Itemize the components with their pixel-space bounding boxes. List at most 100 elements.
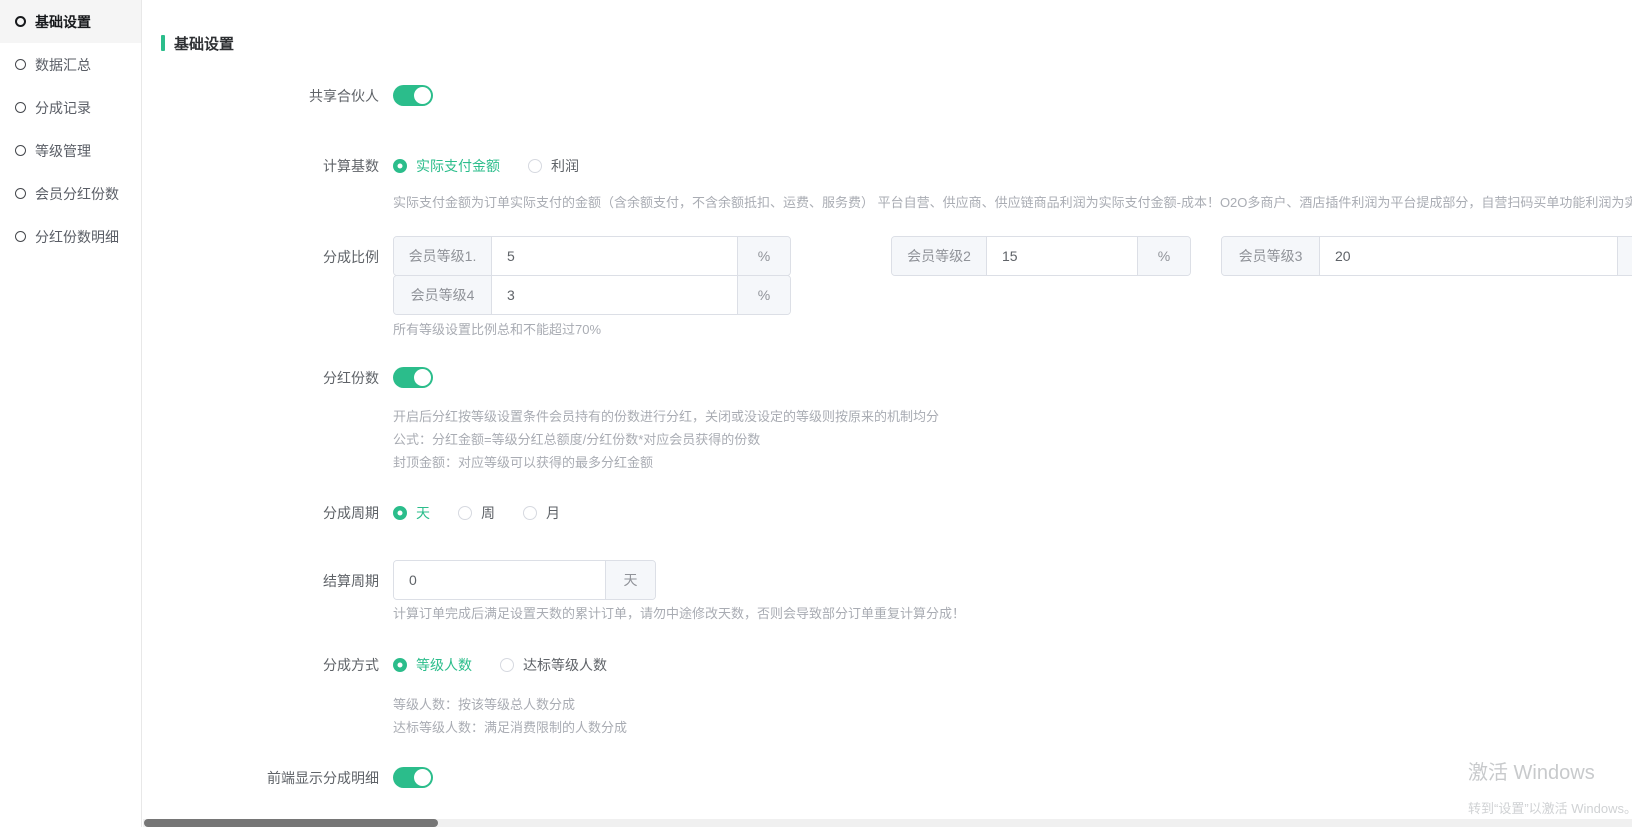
title-accent-bar — [161, 35, 165, 51]
percent-suffix: % — [737, 276, 790, 314]
sidebar-item-label: 分成记录 — [35, 98, 91, 118]
sidebar-item-share-records[interactable]: 分成记录 — [0, 86, 141, 129]
ratio-group-level3: 会员等级3 % — [1221, 236, 1632, 276]
bonus-share-toggle[interactable] — [393, 367, 433, 388]
settings-form: 共享合伙人 计算基数 实际支付金额 利润 — [143, 85, 1632, 793]
row-bonus-share: 分红份数 开启后分红按等级设置条件会员持有的份数进行分红，关闭或没设定的等级则按… — [143, 367, 1632, 474]
radio-icon — [393, 159, 407, 173]
section-title: 基础设置 — [161, 33, 1632, 53]
bonus-share-label: 分红份数 — [143, 367, 379, 389]
radio-icon — [500, 658, 514, 672]
radio-profit[interactable]: 利润 — [528, 156, 579, 176]
radio-label: 实际支付金额 — [416, 156, 500, 176]
day-unit-suffix: 天 — [605, 561, 655, 599]
sidebar-item-data-summary[interactable]: 数据汇总 — [0, 43, 141, 86]
radio-icon — [528, 159, 542, 173]
sidebar-item-label: 会员分红份数 — [35, 184, 119, 204]
radio-actual-paid-amount[interactable]: 实际支付金额 — [393, 156, 500, 176]
ratio-level1-input[interactable] — [492, 237, 737, 275]
ratio-line-2: 会员等级4 % — [393, 276, 1632, 315]
radio-label: 月 — [546, 503, 560, 523]
method-label: 分成方式 — [143, 655, 379, 675]
bonus-share-helpers: 开启后分红按等级设置条件会员持有的份数进行分红，关闭或没设定的等级则按原来的机制… — [393, 405, 1632, 474]
radio-icon — [458, 506, 472, 520]
calc-base-label: 计算基数 — [143, 156, 379, 176]
ratio-group-level4: 会员等级4 % — [393, 275, 791, 315]
row-front-display: 前端显示分成明细 — [143, 767, 1632, 793]
share-partner-label: 共享合伙人 — [143, 85, 379, 107]
horizontal-scrollbar-thumb[interactable] — [144, 819, 438, 827]
bonus-share-helper-1: 开启后分红按等级设置条件会员持有的份数进行分红，关闭或没设定的等级则按原来的机制… — [393, 405, 1632, 428]
sidebar-item-member-bonus-shares[interactable]: 会员分红份数 — [0, 172, 141, 215]
radio-label: 达标等级人数 — [523, 655, 607, 675]
percent-suffix: % — [737, 237, 790, 275]
row-method: 分成方式 等级人数 达标等级人数 等级人数：按该等级总人数分成 — [143, 655, 1632, 739]
percent-suffix: % — [1617, 237, 1632, 275]
share-partner-toggle[interactable] — [393, 85, 433, 106]
front-display-toggle[interactable] — [393, 767, 433, 788]
section-title-text: 基础设置 — [174, 33, 234, 54]
circle-icon — [15, 145, 26, 156]
sidebar-item-label: 数据汇总 — [35, 55, 91, 75]
settlement-label: 结算周期 — [143, 560, 379, 592]
partner-settings-page: 基础设置 数据汇总 分成记录 等级管理 会员分红份数 分红份数明细 基础设置 — [0, 0, 1632, 827]
input-prefix: 会员等级4 — [394, 276, 492, 314]
radio-day[interactable]: 天 — [393, 503, 430, 523]
radio-qualified-level-headcount[interactable]: 达标等级人数 — [500, 655, 607, 675]
sidebar-item-label: 基础设置 — [35, 12, 91, 32]
ratio-group-level2: 会员等级2 % — [891, 236, 1191, 276]
sidebar-item-label: 等级管理 — [35, 141, 91, 161]
radio-label: 天 — [416, 503, 430, 523]
radio-label: 周 — [481, 503, 495, 523]
input-prefix: 会员等级1. — [394, 237, 492, 275]
radio-week[interactable]: 周 — [458, 503, 495, 523]
radio-label: 利润 — [551, 156, 579, 176]
circle-icon — [15, 102, 26, 113]
percent-suffix: % — [1137, 237, 1190, 275]
radio-icon — [393, 658, 407, 672]
calc-base-radio-group: 实际支付金额 利润 — [393, 156, 1632, 176]
radio-icon — [393, 506, 407, 520]
sidebar-item-basic-settings[interactable]: 基础设置 — [0, 0, 141, 43]
ratio-group-level1: 会员等级1. % — [393, 236, 791, 276]
cycle-label: 分成周期 — [143, 503, 379, 523]
radio-icon — [523, 506, 537, 520]
ratio-label: 分成比例 — [143, 236, 379, 268]
sidebar-item-label: 分红份数明细 — [35, 227, 119, 247]
method-helper-2: 达标等级人数：满足消费限制的人数分成 — [393, 716, 1632, 739]
settlement-helper: 计算订单完成后满足设置天数的累计订单，请勿中途修改天数，否则会导致部分订单重复计… — [393, 605, 1632, 623]
input-prefix: 会员等级2 — [892, 237, 987, 275]
method-helpers: 等级人数：按该等级总人数分成 达标等级人数：满足消费限制的人数分成 — [393, 693, 1632, 739]
bonus-share-helper-3: 封顶金额：对应等级可以获得的最多分红金额 — [393, 451, 1632, 474]
front-display-label: 前端显示分成明细 — [143, 767, 379, 789]
row-ratio: 分成比例 会员等级1. % 会员等级2 % — [143, 236, 1632, 339]
radio-level-headcount[interactable]: 等级人数 — [393, 655, 472, 675]
ratio-level4-input[interactable] — [492, 276, 737, 314]
main-content: 基础设置 共享合伙人 计算基数 实际支付金额 — [143, 0, 1632, 827]
radio-month[interactable]: 月 — [523, 503, 560, 523]
bonus-share-helper-2: 公式：分红金额=等级分红总额度/分红份数*对应会员获得的份数 — [393, 428, 1632, 451]
row-settlement: 结算周期 天 计算订单完成后满足设置天数的累计订单，请勿中途修改天数，否则会导致… — [143, 560, 1632, 623]
sidebar-item-bonus-share-details[interactable]: 分红份数明细 — [0, 215, 141, 258]
row-share-partner: 共享合伙人 — [143, 85, 1632, 111]
radio-label: 等级人数 — [416, 655, 472, 675]
ratio-level3-input[interactable] — [1320, 237, 1617, 275]
settlement-days-input[interactable] — [394, 561, 605, 599]
ratio-helper: 所有等级设置比例总和不能超过70% — [393, 321, 1632, 339]
circle-icon — [15, 59, 26, 70]
circle-icon — [15, 231, 26, 242]
sidebar: 基础设置 数据汇总 分成记录 等级管理 会员分红份数 分红份数明细 — [0, 0, 142, 827]
cycle-radio-group: 天 周 月 — [393, 503, 1632, 523]
calc-base-helper: 实际支付金额为订单实际支付的金额（含余额支付，不含余额抵扣、运费、服务费） 平台… — [393, 194, 1632, 212]
method-helper-1: 等级人数：按该等级总人数分成 — [393, 693, 1632, 716]
horizontal-scrollbar — [143, 819, 1632, 827]
input-prefix: 会员等级3 — [1222, 237, 1320, 275]
row-cycle: 分成周期 天 周 月 — [143, 503, 1632, 523]
circle-icon — [15, 188, 26, 199]
settlement-input-group: 天 — [393, 560, 656, 600]
method-radio-group: 等级人数 达标等级人数 — [393, 655, 1632, 675]
ratio-level2-input[interactable] — [987, 237, 1137, 275]
row-calc-base: 计算基数 实际支付金额 利润 实际支付金额为订单实际支付的金额（含余额支付，不含… — [143, 156, 1632, 212]
sidebar-item-level-management[interactable]: 等级管理 — [0, 129, 141, 172]
ratio-line-1: 会员等级1. % 会员等级2 % 会员等级3 % — [393, 236, 1632, 276]
